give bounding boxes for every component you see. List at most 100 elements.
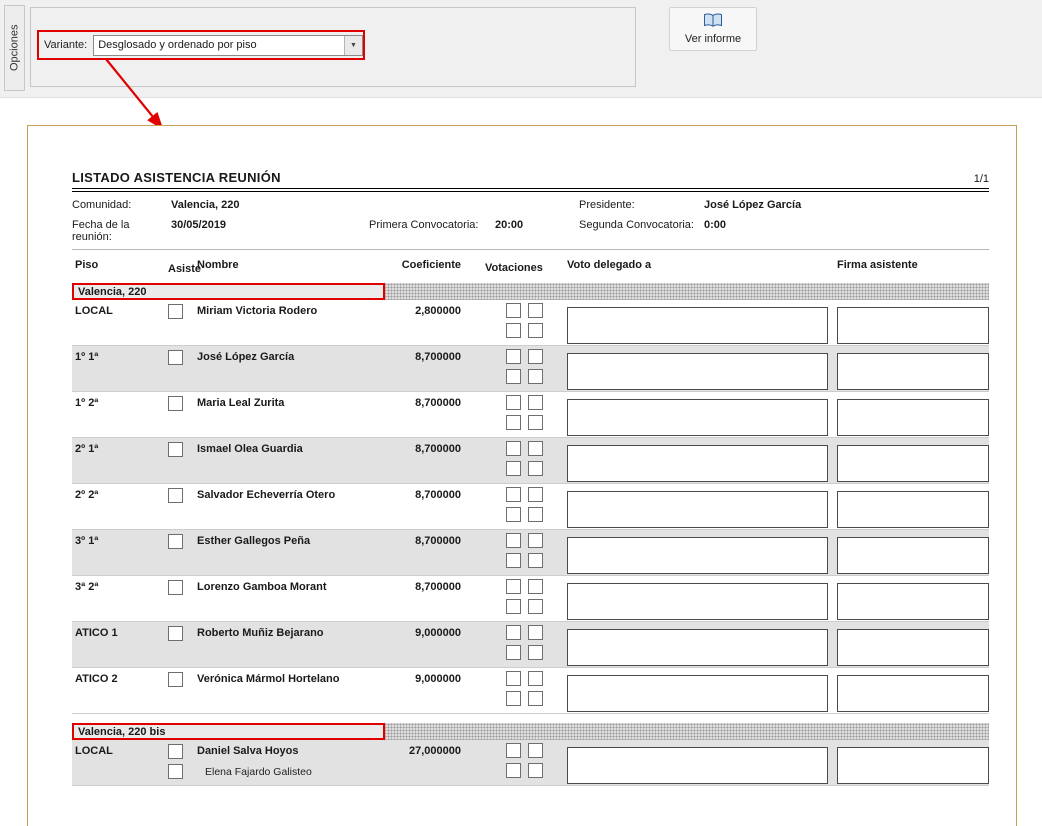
firma-field: [837, 583, 989, 620]
owner-row: ATICO 1Roberto Muñiz Bejarano9,000000: [72, 622, 989, 668]
group-band: Valencia, 220: [72, 283, 989, 300]
group-band: Valencia, 220 bis: [72, 723, 989, 740]
asiste-checkbox: [168, 304, 183, 319]
votaciones-cell: [479, 392, 549, 437]
owner-row: 3º 1ªEsther Gallegos Peña8,700000: [72, 530, 989, 576]
primera-convocatoria-label: Primera Convocatoria:: [369, 219, 495, 243]
firma-field: [837, 353, 989, 390]
options-collapsed-panel-tab[interactable]: Opciones: [4, 5, 25, 91]
asiste-cell: [147, 392, 197, 437]
firma-cell: [837, 484, 989, 529]
asiste-checkbox: [168, 626, 183, 641]
column-header-nombre: Nombre: [197, 259, 392, 277]
vote-checkbox: [528, 507, 543, 522]
variant-dropdown[interactable]: Desglosado y ordenado por piso ▼: [93, 35, 363, 56]
asiste-cell: [147, 438, 197, 483]
owner-name: Salvador Echeverría Otero: [197, 489, 392, 501]
column-header-coeficiente: Coeficiente: [392, 259, 461, 277]
vote-checkbox: [528, 441, 543, 456]
voto-delegado-cell: [567, 576, 828, 621]
vote-checkbox: [528, 553, 543, 568]
asiste-checkbox: [168, 396, 183, 411]
vote-checkbox: [528, 395, 543, 410]
firma-cell: [837, 392, 989, 437]
vote-checkbox: [506, 461, 521, 476]
voto-delegado-cell: [567, 438, 828, 483]
asiste-checkbox: [168, 672, 183, 687]
nombre-cell: Ismael Olea Guardia: [197, 438, 392, 483]
asiste-cell: [147, 484, 197, 529]
firma-field: [837, 675, 989, 712]
ver-informe-button[interactable]: Ver informe: [669, 7, 757, 51]
variant-annotation-box: Variante: Desglosado y ordenado por piso…: [37, 30, 365, 60]
vote-checkbox: [506, 645, 521, 660]
vote-checkbox: [506, 533, 521, 548]
voto-delegado-cell: [567, 300, 828, 345]
nombre-cell: Daniel Salva HoyosElena Fajardo Galisteo: [197, 740, 392, 785]
comunidad-label: Comunidad:: [72, 199, 171, 211]
vote-checkbox: [506, 349, 521, 364]
firma-cell: [837, 300, 989, 345]
segunda-convocatoria-value: 0:00: [704, 219, 989, 243]
voto-delegado-cell: [567, 530, 828, 575]
piso-cell: LOCAL: [72, 740, 147, 785]
piso-cell: 2º 1ª: [72, 438, 147, 483]
vote-checkbox: [506, 303, 521, 318]
voto-delegado-field: [567, 307, 828, 344]
coeficiente-cell: 8,700000: [392, 392, 461, 437]
vote-checkbox: [506, 553, 521, 568]
owner-row: 3ª 2ªLorenzo Gamboa Morant8,700000: [72, 576, 989, 622]
vote-checkbox: [506, 763, 521, 778]
report-title-row: LISTADO ASISTENCIA REUNIÓN 1/1: [72, 170, 989, 185]
piso-cell: 1º 2ª: [72, 392, 147, 437]
voto-delegado-field: [567, 491, 828, 528]
owner-name: José López García: [197, 351, 392, 363]
nombre-cell: Miriam Victoria Rodero: [197, 300, 392, 345]
group-title: Valencia, 220: [78, 286, 147, 298]
nombre-cell: Lorenzo Gamboa Morant: [197, 576, 392, 621]
variant-dropdown-value: Desglosado y ordenado por piso: [94, 39, 344, 51]
vote-checkbox: [506, 691, 521, 706]
vote-checkbox: [528, 323, 543, 338]
book-icon: [703, 13, 723, 31]
column-header-asiste: Asiste: [147, 259, 197, 277]
piso-cell: LOCAL: [72, 300, 147, 345]
votaciones-cell: [479, 740, 549, 785]
vote-checkbox: [506, 369, 521, 384]
piso-cell: 1º 1ª: [72, 346, 147, 391]
asiste-cell: [147, 300, 197, 345]
group-title: Valencia, 220 bis: [78, 726, 165, 738]
column-header-firma: Firma asistente: [837, 259, 989, 277]
vote-checkbox: [506, 599, 521, 614]
voto-delegado-field: [567, 445, 828, 482]
nombre-cell: José López García: [197, 346, 392, 391]
vote-checkbox: [506, 743, 521, 758]
vote-checkbox: [506, 671, 521, 686]
firma-field: [837, 445, 989, 482]
presidente-value: José López García: [704, 199, 989, 211]
presidente-label: Presidente:: [579, 199, 704, 211]
asiste-checkbox: [168, 764, 183, 779]
owner-name: Maria Leal Zurita: [197, 397, 392, 409]
chevron-down-icon[interactable]: ▼: [344, 36, 362, 55]
piso-cell: 3º 1ª: [72, 530, 147, 575]
nombre-cell: Roberto Muñiz Bejarano: [197, 622, 392, 667]
voto-delegado-field: [567, 747, 828, 784]
vote-checkbox: [506, 323, 521, 338]
vote-checkbox: [506, 625, 521, 640]
vote-checkbox: [528, 415, 543, 430]
asiste-cell: [147, 576, 197, 621]
asiste-checkbox: [168, 442, 183, 457]
firma-field: [837, 307, 989, 344]
voto-delegado-cell: [567, 740, 828, 785]
vote-checkbox: [506, 395, 521, 410]
vote-checkbox: [528, 691, 543, 706]
votaciones-cell: [479, 668, 549, 713]
owner-name: Daniel Salva Hoyos: [197, 745, 392, 757]
toolbar: Opciones Variante: Desglosado y ordenado…: [0, 0, 1042, 98]
application-window: Opciones Variante: Desglosado y ordenado…: [0, 0, 1042, 826]
fecha-label: Fecha de la reunión:: [72, 219, 171, 243]
owner-name: Ismael Olea Guardia: [197, 443, 392, 455]
vote-checkbox: [528, 579, 543, 594]
vote-checkbox: [506, 415, 521, 430]
